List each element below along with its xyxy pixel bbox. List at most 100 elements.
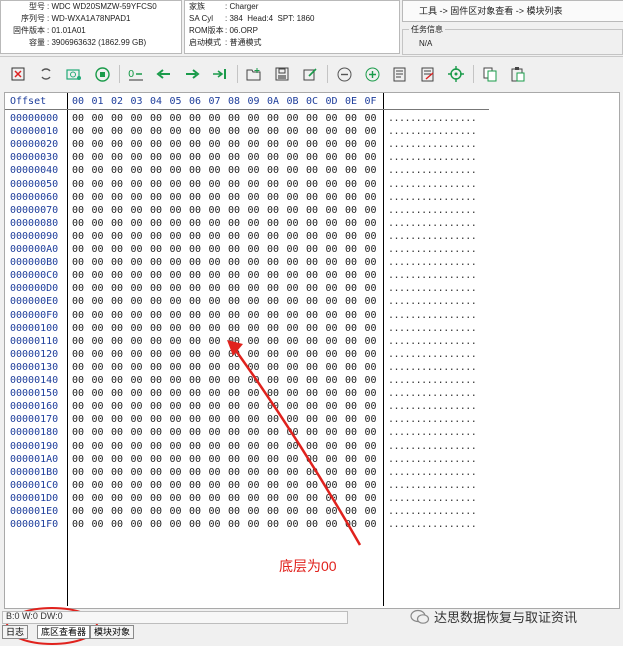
hex-byte[interactable]: 00 — [342, 282, 360, 295]
hex-byte[interactable]: 00 — [128, 387, 146, 400]
hex-byte[interactable]: 00 — [167, 138, 185, 151]
hex-byte[interactable]: 00 — [245, 138, 263, 151]
hex-byte[interactable]: 00 — [225, 335, 243, 348]
hex-byte[interactable]: 00 — [264, 387, 282, 400]
hex-byte[interactable]: 00 — [206, 413, 224, 426]
hex-byte[interactable]: 00 — [284, 505, 302, 518]
hex-byte[interactable]: 00 — [245, 217, 263, 230]
hex-byte[interactable]: 00 — [323, 256, 341, 269]
hex-byte[interactable]: 00 — [147, 322, 165, 335]
hex-byte[interactable]: 00 — [303, 348, 321, 361]
hex-byte[interactable]: 00 — [108, 426, 126, 439]
hex-byte[interactable]: 00 — [303, 191, 321, 204]
hex-byte[interactable]: 00 — [186, 426, 204, 439]
hex-byte[interactable]: 00 — [186, 125, 204, 138]
hex-byte[interactable]: 00 — [186, 256, 204, 269]
hex-byte[interactable]: 00 — [323, 178, 341, 191]
hex-byte[interactable]: 00 — [225, 295, 243, 308]
hex-byte[interactable]: 00 — [128, 361, 146, 374]
hex-byte[interactable]: 00 — [167, 492, 185, 505]
hex-byte[interactable]: 00 — [206, 426, 224, 439]
hex-byte[interactable]: 00 — [245, 413, 263, 426]
hex-byte[interactable]: 00 — [108, 112, 126, 125]
hex-byte[interactable]: 00 — [167, 335, 185, 348]
hex-byte[interactable]: 00 — [225, 178, 243, 191]
hex-byte[interactable]: 00 — [186, 335, 204, 348]
hex-byte[interactable]: 00 — [186, 151, 204, 164]
hex-byte[interactable]: 00 — [303, 217, 321, 230]
hex-byte[interactable]: 00 — [323, 387, 341, 400]
hex-byte[interactable]: 00 — [225, 125, 243, 138]
hex-byte[interactable]: 00 — [147, 466, 165, 479]
hex-byte[interactable]: 00 — [284, 492, 302, 505]
hex-byte[interactable]: 00 — [206, 217, 224, 230]
hex-byte[interactable]: 00 — [206, 243, 224, 256]
hex-byte[interactable]: 00 — [69, 387, 87, 400]
hex-byte[interactable]: 00 — [108, 453, 126, 466]
hex-byte[interactable]: 00 — [147, 243, 165, 256]
hex-byte[interactable]: 00 — [245, 361, 263, 374]
hex-byte[interactable]: 00 — [303, 335, 321, 348]
hex-byte[interactable]: 00 — [167, 125, 185, 138]
hex-byte[interactable]: 00 — [206, 151, 224, 164]
hex-byte[interactable]: 00 — [245, 269, 263, 282]
hex-byte[interactable]: 00 — [303, 466, 321, 479]
hex-byte[interactable]: 00 — [108, 204, 126, 217]
hex-byte[interactable]: 00 — [147, 361, 165, 374]
hex-byte[interactable]: 00 — [323, 492, 341, 505]
hex-byte[interactable]: 00 — [206, 112, 224, 125]
hex-byte[interactable]: 00 — [128, 217, 146, 230]
hex-byte[interactable]: 00 — [108, 243, 126, 256]
reload-icon[interactable] — [38, 66, 54, 82]
hex-byte[interactable]: 00 — [128, 164, 146, 177]
hex-byte[interactable]: 00 — [89, 230, 107, 243]
hex-byte[interactable]: 00 — [342, 374, 360, 387]
hex-byte[interactable]: 00 — [284, 440, 302, 453]
hex-byte[interactable]: 00 — [264, 466, 282, 479]
hex-byte[interactable]: 00 — [303, 243, 321, 256]
hex-byte[interactable]: 00 — [303, 453, 321, 466]
hex-byte[interactable]: 00 — [225, 479, 243, 492]
hex-byte[interactable]: 00 — [284, 112, 302, 125]
hex-byte[interactable]: 00 — [167, 178, 185, 191]
hex-byte[interactable]: 00 — [89, 204, 107, 217]
hex-byte[interactable]: 00 — [128, 400, 146, 413]
hex-byte[interactable]: 00 — [186, 217, 204, 230]
hex-byte[interactable]: 00 — [303, 151, 321, 164]
hex-byte[interactable]: 00 — [303, 426, 321, 439]
hex-byte[interactable]: 00 — [186, 492, 204, 505]
hex-byte[interactable]: 00 — [303, 282, 321, 295]
hex-byte[interactable]: 00 — [108, 256, 126, 269]
hex-byte[interactable]: 00 — [89, 361, 107, 374]
hex-byte[interactable]: 00 — [245, 426, 263, 439]
hex-byte[interactable]: 00 — [342, 426, 360, 439]
hex-byte[interactable]: 00 — [69, 217, 87, 230]
hex-byte[interactable]: 00 — [167, 269, 185, 282]
hex-byte[interactable]: 00 — [167, 309, 185, 322]
hex-byte[interactable]: 00 — [128, 426, 146, 439]
hex-byte[interactable]: 00 — [69, 282, 87, 295]
hex-byte[interactable]: 00 — [108, 164, 126, 177]
hex-byte[interactable]: 00 — [264, 374, 282, 387]
hex-byte[interactable]: 00 — [206, 256, 224, 269]
hex-byte[interactable]: 00 — [303, 164, 321, 177]
hex-byte[interactable]: 00 — [303, 125, 321, 138]
hex-byte[interactable]: 00 — [362, 505, 380, 518]
hex-byte[interactable]: 00 — [206, 269, 224, 282]
hex-byte[interactable]: 00 — [69, 178, 87, 191]
hex-byte[interactable]: 00 — [186, 112, 204, 125]
hex-byte[interactable]: 00 — [362, 361, 380, 374]
hex-byte[interactable]: 00 — [69, 361, 87, 374]
hex-byte[interactable]: 00 — [323, 322, 341, 335]
hex-byte[interactable]: 00 — [245, 151, 263, 164]
hex-byte[interactable]: 00 — [362, 387, 380, 400]
hex-byte[interactable]: 00 — [284, 453, 302, 466]
hex-byte[interactable]: 00 — [128, 453, 146, 466]
hex-byte[interactable]: 00 — [323, 151, 341, 164]
hex-byte[interactable]: 00 — [362, 243, 380, 256]
hex-byte[interactable]: 00 — [108, 466, 126, 479]
hex-byte[interactable]: 00 — [69, 256, 87, 269]
hex-byte[interactable]: 00 — [245, 348, 263, 361]
hex-byte[interactable]: 00 — [323, 335, 341, 348]
hex-byte[interactable]: 00 — [206, 492, 224, 505]
